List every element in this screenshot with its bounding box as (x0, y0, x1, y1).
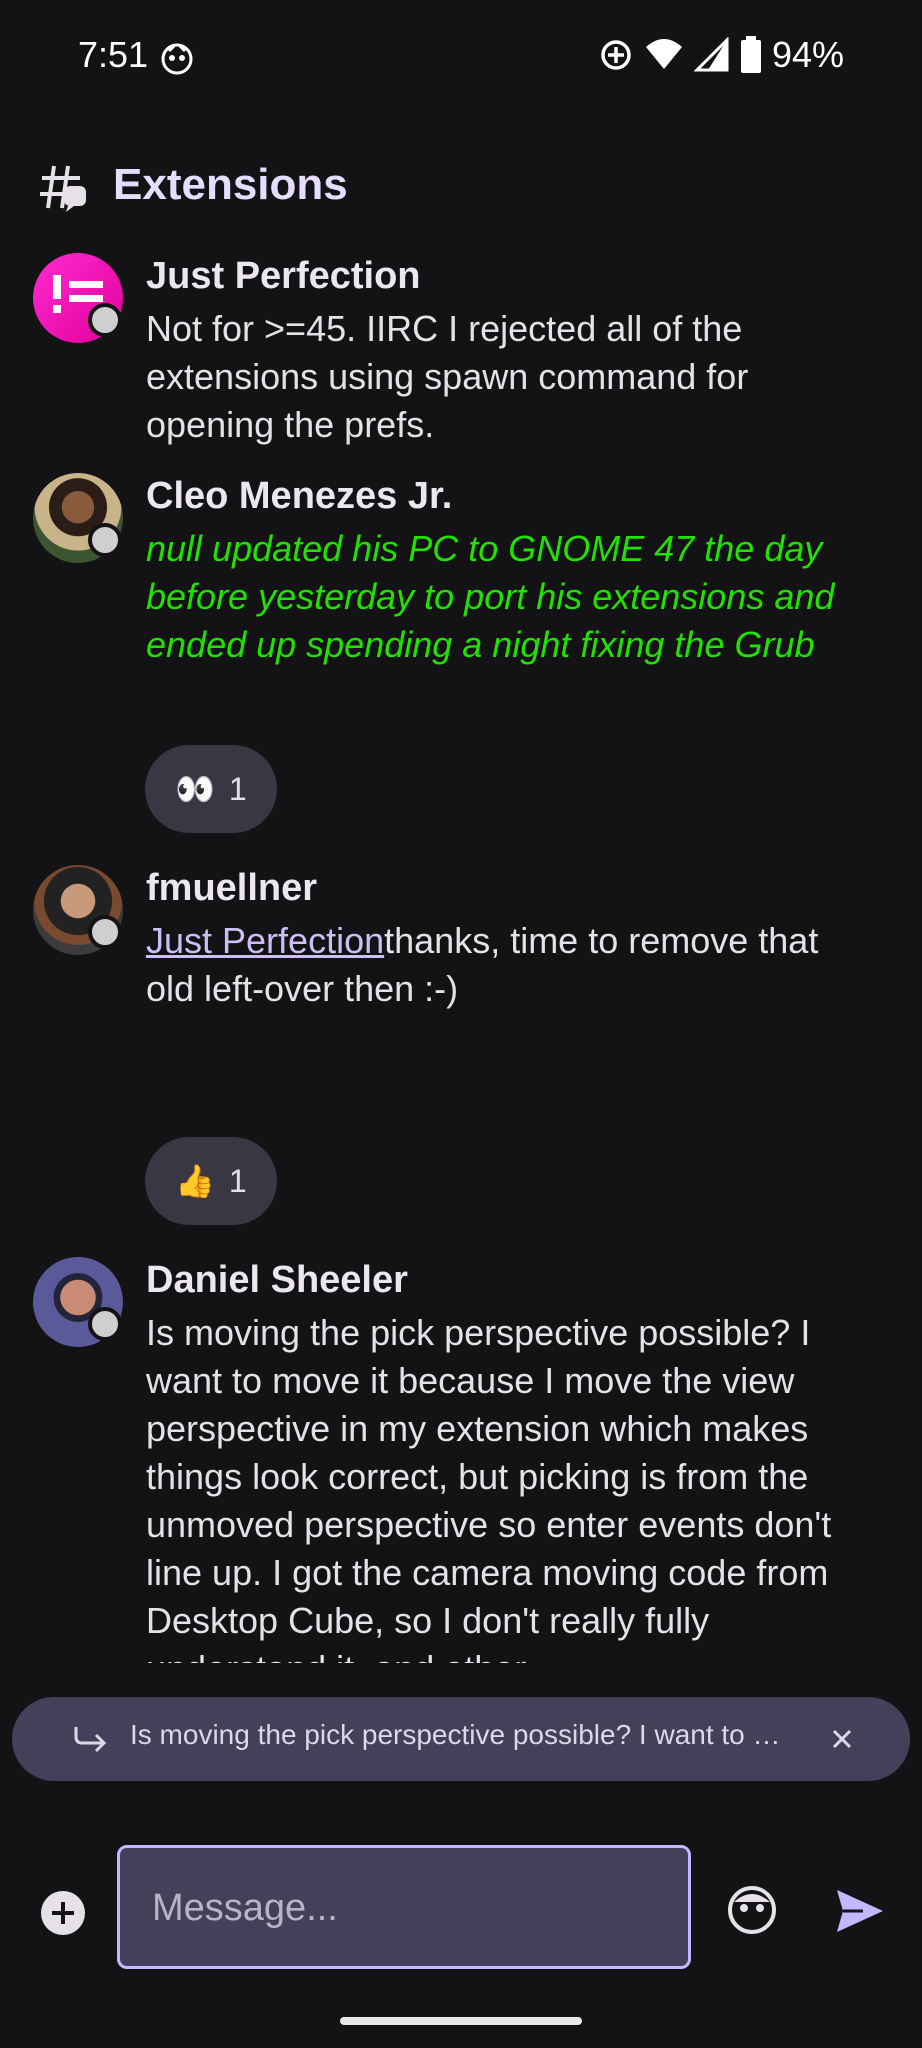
message-author[interactable]: Just Perfection (146, 255, 421, 298)
reaction-count: 1 (228, 1162, 247, 1199)
channel-hash-icon (40, 165, 86, 212)
home-indicator[interactable] (340, 2017, 582, 2025)
presence-indicator (88, 303, 122, 337)
notification-app-icon (161, 43, 193, 75)
presence-indicator (88, 523, 122, 557)
wifi-icon (645, 39, 682, 69)
reaction-chip[interactable]: 👍 1 (145, 1137, 277, 1225)
add-attachment-icon[interactable] (38, 1888, 88, 1938)
status-indicators: 94% (598, 34, 844, 76)
reaction-chip[interactable]: 👀 1 (145, 745, 277, 833)
message-body: null updated his PC to GNOME 47 the day … (146, 528, 835, 665)
reaction-count: 1 (228, 770, 247, 807)
cell-signal-icon (693, 37, 729, 72)
message-input-box[interactable] (117, 1845, 691, 1969)
status-time: 7:51 (78, 34, 149, 75)
status-bar: 7:51 94% (0, 0, 922, 112)
emoji-picker-icon[interactable] (726, 1884, 778, 1936)
message-author[interactable]: Daniel Sheeler (146, 1259, 408, 1302)
close-icon[interactable] (822, 1719, 862, 1759)
message-body: Not for >=45. IIRC I rejected all of the… (146, 308, 749, 445)
battery-percent: 94% (771, 34, 844, 75)
reply-arrow-icon (74, 1727, 107, 1753)
send-icon[interactable] (833, 1884, 887, 1938)
reply-preview-bar: Is moving the pick perspective possible?… (12, 1697, 910, 1781)
message-list-clip: Daniel Sheeler Is moving the pick perspe… (0, 1245, 922, 1663)
reply-preview-text: Is moving the pick perspective possible?… (130, 1719, 790, 1750)
message-body: Just Perfectionthanks, time to remove th… (146, 917, 876, 1013)
message-body: Is moving the pick perspective possible?… (146, 1312, 832, 1663)
data-saver-icon (601, 40, 631, 70)
presence-indicator (88, 915, 122, 949)
reaction-emoji: 👀 (175, 771, 215, 807)
battery-icon (740, 36, 761, 73)
message-author[interactable]: fmuellner (146, 867, 317, 910)
message-author[interactable]: Cleo Menezes Jr. (146, 475, 452, 518)
reaction-emoji: 👍 (175, 1163, 215, 1199)
message-input[interactable] (150, 1848, 662, 1968)
presence-indicator (88, 1307, 122, 1341)
user-mention-link[interactable]: Just Perfection (146, 920, 384, 961)
channel-title: Extensions (113, 160, 348, 209)
channel-header: Extensions (0, 140, 922, 230)
